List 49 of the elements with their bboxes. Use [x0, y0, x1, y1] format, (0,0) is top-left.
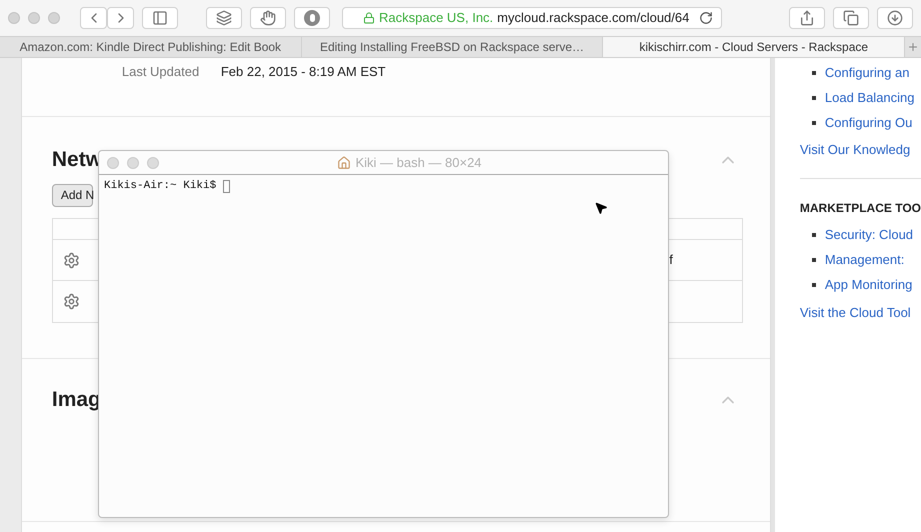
sidebar-link[interactable]: Management: — [824, 250, 904, 270]
settings-icon[interactable] — [62, 252, 80, 268]
reload-icon[interactable] — [699, 11, 713, 25]
share-icon — [799, 10, 815, 26]
back-button[interactable] — [80, 7, 107, 29]
terminal-prompt: Kikis-Air:~ Kiki$ — [104, 179, 216, 194]
settings-icon[interactable] — [62, 293, 80, 310]
hand-icon — [260, 10, 276, 26]
browser-tab[interactable]: Editing Installing FreeBSD on Rackspace serve… — [302, 37, 604, 57]
sidebar-link[interactable]: Configuring Ou — [824, 112, 912, 132]
extension-button[interactable] — [250, 7, 286, 29]
download-icon — [887, 10, 903, 26]
sidebar-link[interactable]: Visit Our Knowledg — [800, 140, 910, 160]
bullet-icon — [812, 96, 816, 100]
bullet-icon — [812, 283, 816, 287]
bullet-icon — [812, 233, 816, 237]
sidebar-link[interactable]: App Monitoring — [824, 275, 912, 295]
pin-button[interactable] — [294, 7, 330, 29]
sidebar-heading: MARKETPLACE TOO — [800, 200, 921, 216]
add-network-button[interactable]: Add N — [52, 184, 93, 206]
bullet-icon — [812, 70, 816, 74]
detail-value: Feb 22, 2015 - 8:19 AM EST — [220, 63, 386, 81]
bullet-icon — [812, 120, 816, 124]
sidebar-link[interactable]: Visit the Cloud Tool — [800, 302, 911, 322]
sidebar-button[interactable] — [142, 7, 178, 29]
forward-button[interactable] — [107, 7, 134, 29]
bullet-icon — [812, 258, 816, 262]
sidebar-link[interactable]: Load Balancing — [824, 88, 915, 108]
browser-tab[interactable]: kikischirr.com - Cloud Servers - Rackspace — [603, 37, 906, 57]
layers-icon — [216, 10, 232, 26]
table-cell-text: f — [669, 251, 673, 270]
detail-label: Last Updated — [122, 63, 200, 81]
new-tab-icon[interactable] — [907, 41, 920, 53]
home-icon — [337, 156, 352, 170]
mouse-cursor-icon — [594, 201, 608, 215]
share-button[interactable] — [789, 7, 825, 29]
sidebar-link[interactable]: Security: Cloud — [824, 225, 914, 245]
site-identity: Rackspace US, Inc. — [379, 9, 494, 28]
downloads-button[interactable] — [877, 7, 913, 29]
sidebar-icon — [152, 10, 168, 26]
address-field[interactable]: Rackspace US, Inc. mycloud.rackspace.com/cloud/64 — [342, 7, 722, 29]
layers-button[interactable] — [206, 7, 242, 29]
url-text: mycloud.rackspace.com/cloud/64 — [497, 9, 690, 28]
text-cursor — [223, 180, 230, 193]
sidebar-link[interactable]: Configuring an — [824, 62, 910, 82]
tabs-button[interactable] — [833, 7, 869, 29]
tabs-icon — [843, 10, 859, 26]
lock-icon — [363, 12, 375, 24]
terminal-title: Kiki — bash — 80×24 — [355, 154, 482, 172]
